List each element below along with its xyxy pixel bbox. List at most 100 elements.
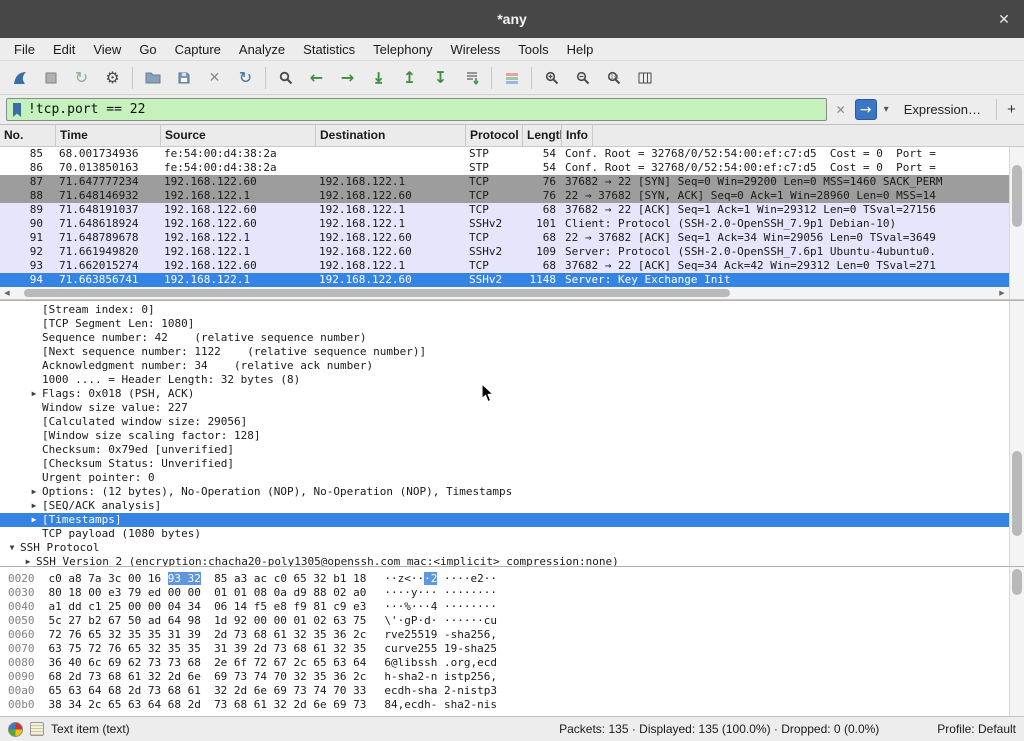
detail-line[interactable]: SSH Version 2 (encryption:chacha20-poly1… [0, 555, 1024, 566]
filter-dropdown-icon[interactable] [882, 104, 891, 115]
display-filter-field[interactable] [6, 98, 827, 121]
stop-capture-button[interactable] [35, 64, 66, 91]
detail-line[interactable]: [TCP Segment Len: 1080] [0, 317, 1024, 331]
packet-list-scrollbar[interactable] [1009, 147, 1024, 287]
detail-line[interactable]: [Next sequence number: 1122 (relative se… [0, 345, 1024, 359]
hex-row[interactable]: 007063 75 72 76 65 32 35 35 31 39 2d 73 … [8, 642, 1024, 656]
reload-file-button[interactable]: ↻ [230, 64, 261, 91]
add-filter-button[interactable]: + [996, 99, 1018, 120]
go-to-packet-button[interactable]: ⇥ [363, 64, 394, 91]
packet-row[interactable]: 8771.647777234192.168.122.60192.168.122.… [0, 175, 1024, 189]
detail-line[interactable]: Sequence number: 42 (relative sequence n… [0, 331, 1024, 345]
detail-line[interactable]: SSH Protocol [0, 541, 1024, 555]
detail-line[interactable]: [SEQ/ACK analysis] [0, 499, 1024, 513]
menu-tools[interactable]: Tools [509, 40, 557, 59]
go-first-packet-button[interactable]: ↥ [394, 64, 425, 91]
go-last-packet-button[interactable]: ↧ [425, 64, 456, 91]
capture-options-button[interactable]: ⚙ [97, 64, 128, 91]
detail-line[interactable]: Acknowledgment number: 34 (relative ack … [0, 359, 1024, 373]
packet-row[interactable]: 8971.648191037192.168.122.60192.168.122.… [0, 203, 1024, 217]
bookmark-icon[interactable] [11, 102, 23, 118]
scrollbar-thumb[interactable] [1012, 165, 1022, 227]
zoom-out-button[interactable] [567, 64, 598, 91]
column-header-protocol[interactable]: Protocol [466, 125, 523, 146]
detail-line[interactable]: TCP payload (1080 bytes) [0, 527, 1024, 541]
packet-list-hscrollbar[interactable] [0, 287, 1024, 300]
menu-telephony[interactable]: Telephony [364, 40, 441, 59]
start-capture-button[interactable] [4, 64, 35, 91]
column-header-length[interactable]: Length [523, 125, 562, 146]
packet-row[interactable]: 9371.662015274192.168.122.60192.168.122.… [0, 259, 1024, 273]
detail-line[interactable]: [Checksum Status: Unverified] [0, 457, 1024, 471]
zoom-reset-button[interactable]: 1:1 [598, 64, 629, 91]
save-file-button[interactable] [168, 64, 199, 91]
detail-pane-scrollbar[interactable] [1009, 301, 1024, 566]
go-forward-button[interactable]: → [332, 64, 363, 91]
collapsed-expander-icon[interactable] [26, 499, 42, 513]
hex-row[interactable]: 0040a1 dd c1 25 00 00 04 34 06 14 f5 e8 … [8, 600, 1024, 614]
detail-line-selected[interactable]: [Timestamps] [0, 513, 1024, 527]
hex-row[interactable]: 00b038 34 2c 65 63 64 68 2d 73 68 61 32 … [8, 698, 1024, 712]
apply-filter-button[interactable]: → [855, 99, 877, 120]
capture-comment-icon[interactable] [30, 722, 44, 736]
column-header-no[interactable]: No. [0, 125, 56, 146]
column-header-destination[interactable]: Destination [316, 125, 466, 146]
packet-row[interactable]: 9171.648789678192.168.122.1192.168.122.6… [0, 231, 1024, 245]
expression-button[interactable]: Expression… [896, 102, 989, 117]
auto-scroll-button[interactable] [456, 64, 487, 91]
hex-row[interactable]: 0020c0 a8 7a 3c 00 16 93 32 85 a3 ac c0 … [8, 572, 1024, 586]
hex-row[interactable]: 009068 2d 73 68 61 32 2d 6e 69 73 74 70 … [8, 670, 1024, 684]
detail-line[interactable]: [Window size scaling factor: 128] [0, 429, 1024, 443]
packet-row[interactable]: 9071.648618924192.168.122.60192.168.122.… [0, 217, 1024, 231]
collapsed-expander-icon[interactable] [26, 485, 42, 499]
profile-button[interactable]: Profile: Default [937, 722, 1016, 736]
collapsed-expander-icon[interactable] [20, 555, 36, 566]
menu-help[interactable]: Help [558, 40, 603, 59]
column-header-time[interactable]: Time [56, 125, 161, 146]
packet-row-selected[interactable]: 9471.663856741192.168.122.1192.168.122.6… [0, 273, 1024, 287]
hex-row[interactable]: 00505c 27 b2 67 50 ad 64 98 1d 92 00 00 … [8, 614, 1024, 628]
hex-row[interactable]: 003080 18 00 e3 79 ed 00 00 01 01 08 0a … [8, 586, 1024, 600]
column-header-info[interactable]: Info [562, 125, 593, 146]
open-file-button[interactable] [137, 64, 168, 91]
hex-row[interactable]: 008036 40 6c 69 62 73 73 68 2e 6f 72 67 … [8, 656, 1024, 670]
restart-capture-button[interactable]: ↻ [66, 64, 97, 91]
display-filter-input[interactable] [28, 102, 822, 117]
menu-statistics[interactable]: Statistics [294, 40, 364, 59]
colorize-button[interactable] [496, 64, 527, 91]
zoom-in-button[interactable] [536, 64, 567, 91]
resize-columns-button[interactable] [629, 64, 660, 91]
menu-file[interactable]: File [5, 40, 44, 59]
go-back-button[interactable]: ← [301, 64, 332, 91]
find-packet-button[interactable] [270, 64, 301, 91]
clear-filter-icon[interactable]: ✕ [832, 100, 850, 120]
detail-line[interactable]: Flags: 0x018 (PSH, ACK) [0, 387, 1024, 401]
scroll-right-icon[interactable] [995, 287, 1009, 299]
collapsed-expander-icon[interactable] [26, 387, 42, 401]
expert-info-icon[interactable] [8, 722, 23, 737]
hex-pane-scrollbar[interactable] [1009, 567, 1024, 716]
expanded-expander-icon[interactable] [4, 541, 20, 555]
scrollbar-thumb[interactable] [1012, 569, 1022, 595]
hex-row[interactable]: 006072 76 65 32 35 35 31 39 2d 73 68 61 … [8, 628, 1024, 642]
menu-view[interactable]: View [84, 40, 130, 59]
detail-line[interactable]: [Calculated window size: 29056] [0, 415, 1024, 429]
scroll-left-icon[interactable] [0, 287, 14, 299]
detail-line[interactable]: Urgent pointer: 0 [0, 471, 1024, 485]
scrollbar-thumb[interactable] [1012, 451, 1022, 536]
packet-row[interactable]: 8871.648146932192.168.122.1192.168.122.6… [0, 189, 1024, 203]
packet-row[interactable]: 9271.661949820192.168.122.1192.168.122.6… [0, 245, 1024, 259]
detail-line[interactable]: Checksum: 0x79ed [unverified] [0, 443, 1024, 457]
packet-row[interactable]: 8568.001734936fe:54:00:d4:38:2aSTP54Conf… [0, 147, 1024, 161]
close-file-button[interactable]: ✕ [199, 64, 230, 91]
menu-analyze[interactable]: Analyze [230, 40, 294, 59]
detail-line[interactable]: Window size value: 227 [0, 401, 1024, 415]
hex-row[interactable]: 00a065 63 64 68 2d 73 68 61 32 2d 6e 69 … [8, 684, 1024, 698]
close-window-icon[interactable] [994, 9, 1014, 29]
hscroll-track[interactable] [14, 287, 995, 299]
menu-capture[interactable]: Capture [166, 40, 230, 59]
detail-line[interactable]: [Stream index: 0] [0, 303, 1024, 317]
scrollbar-thumb[interactable] [24, 289, 730, 297]
detail-line[interactable]: Options: (12 bytes), No-Operation (NOP),… [0, 485, 1024, 499]
collapsed-expander-icon[interactable] [26, 513, 42, 527]
